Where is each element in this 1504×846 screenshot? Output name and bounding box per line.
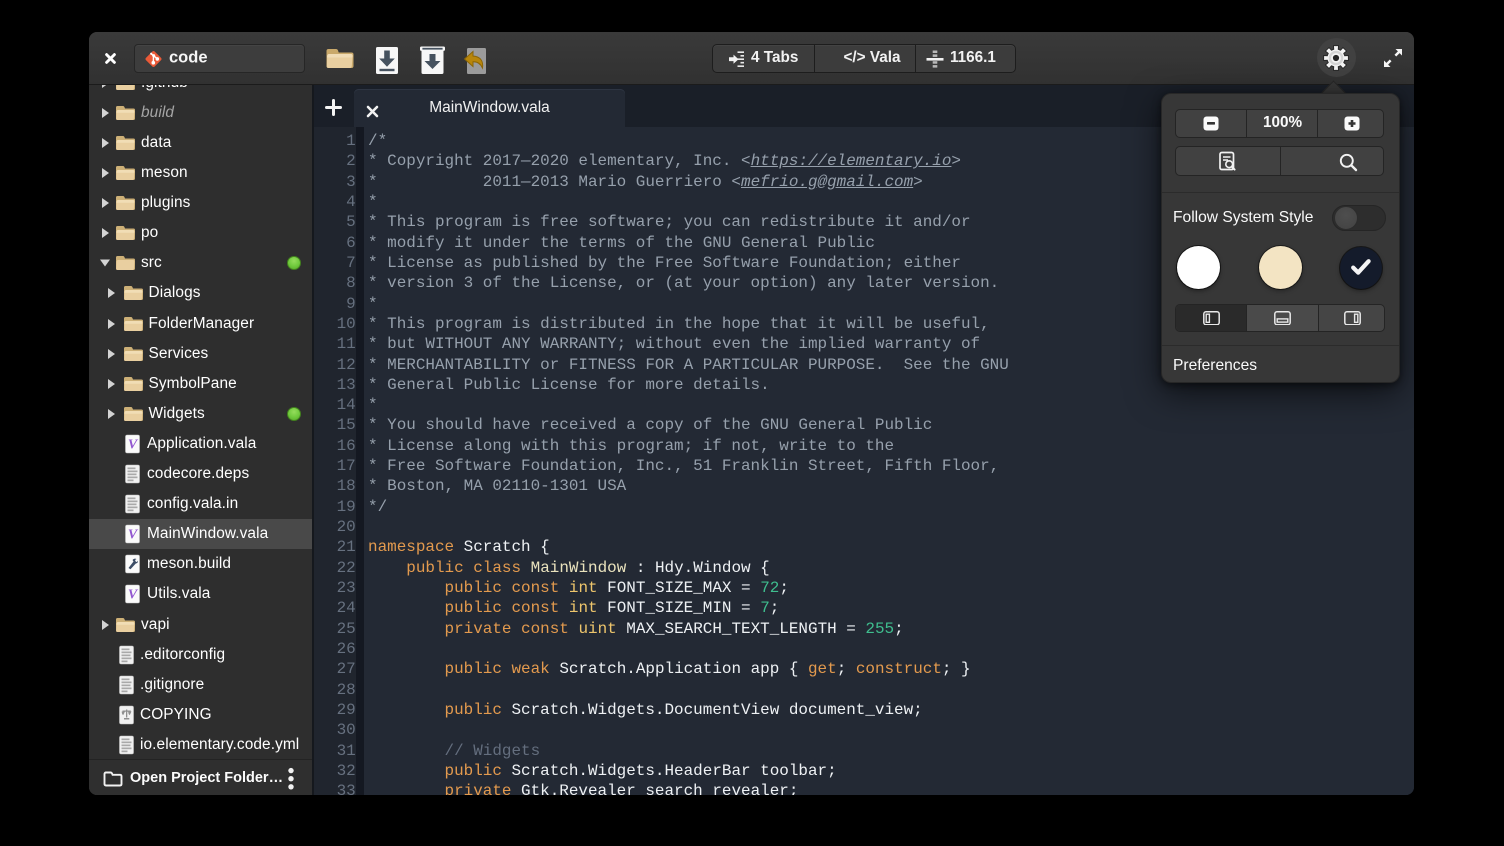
- svg-text:V: V: [128, 437, 139, 452]
- svg-text:V: V: [128, 528, 139, 543]
- svg-text:V: V: [128, 588, 139, 603]
